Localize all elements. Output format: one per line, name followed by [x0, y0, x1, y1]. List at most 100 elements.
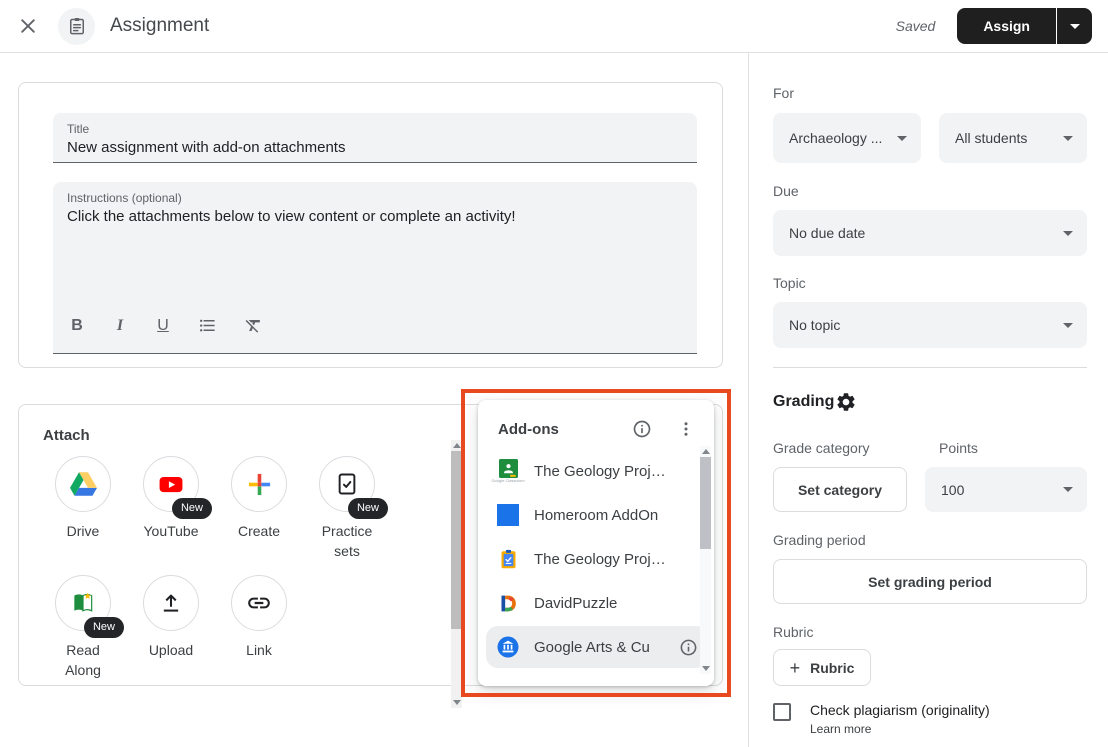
addons-list: Google Classroom The Geology Proj… Homer… [478, 445, 714, 668]
addon-info-button[interactable] [676, 635, 700, 659]
instructions-field-value: Click the attachments below to view cont… [67, 206, 683, 228]
top-bar: Assignment Saved Assign [0, 0, 1108, 53]
create-plus-icon [246, 471, 273, 498]
settings-sidebar: For Archaeology ... All students Due No … [748, 53, 1108, 747]
plagiarism-row: Check plagiarism (originality) Learn mor… [773, 701, 1087, 736]
sidebar-divider [773, 367, 1087, 368]
for-label: For [773, 85, 1087, 101]
gear-icon [835, 391, 857, 413]
clipboard-check-icon [498, 549, 519, 570]
title-field-label: Title [67, 121, 683, 137]
kebab-menu-icon [677, 420, 695, 438]
bulleted-list-button[interactable] [198, 316, 217, 335]
scroll-down-icon[interactable] [702, 666, 710, 671]
blue-square-icon [497, 504, 519, 526]
chevron-down-icon [897, 136, 907, 141]
underline-button[interactable]: U [155, 317, 171, 335]
assignment-type-badge [58, 8, 95, 45]
addon-item-davidpuzzle[interactable]: DavidPuzzle [478, 581, 714, 625]
save-status: Saved [896, 18, 936, 34]
due-date-select[interactable]: No due date [773, 210, 1087, 256]
plagiarism-label: Check plagiarism (originality) [810, 701, 990, 719]
attach-option-link[interactable]: Link [215, 575, 303, 680]
close-icon [18, 16, 38, 36]
clear-formatting-icon [244, 316, 263, 335]
addons-heading: Add-ons [498, 421, 559, 438]
page-title: Assignment [110, 15, 209, 37]
attach-option-practice-sets[interactable]: New Practice sets [303, 456, 391, 561]
set-category-button[interactable]: Set category [773, 467, 907, 512]
upload-icon [158, 590, 184, 616]
youtube-icon [157, 470, 185, 498]
chevron-down-icon [1070, 24, 1080, 29]
chevron-down-icon [1063, 231, 1073, 236]
letter-d-icon [498, 593, 519, 614]
link-icon [246, 590, 272, 616]
new-badge: New [348, 498, 388, 519]
addon-item-geology-1[interactable]: Google Classroom The Geology Proj… [478, 449, 714, 493]
assignment-clipboard-icon [67, 16, 87, 36]
addon-icon-caption: Google Classroom [491, 478, 524, 483]
new-badge: New [84, 617, 124, 638]
chevron-down-icon [1063, 136, 1073, 141]
instructions-field[interactable]: Instructions (optional) Click the attach… [53, 182, 697, 354]
addons-popup: Add-ons [478, 400, 714, 686]
scroll-down-icon[interactable] [453, 700, 461, 705]
italic-button[interactable]: I [112, 317, 128, 335]
plagiarism-checkbox[interactable] [773, 703, 791, 721]
points-select[interactable]: 100 [925, 467, 1087, 512]
read-along-icon [70, 590, 96, 616]
assignment-form-card: Title New assignment with add-on attachm… [18, 82, 723, 368]
rubric-label: Rubric [773, 624, 1087, 640]
new-badge: New [172, 498, 212, 519]
bulleted-list-icon [198, 316, 217, 335]
practice-sets-icon [334, 471, 360, 497]
assign-dropdown-button[interactable] [1057, 8, 1092, 44]
addons-header: Add-ons [478, 400, 714, 445]
addons-info-button[interactable] [630, 417, 654, 441]
class-select[interactable]: Archaeology ... [773, 113, 921, 163]
addon-item-homeroom[interactable]: Homeroom AddOn [478, 493, 714, 537]
assignment-editor-screen: Assignment Saved Assign Title New assign… [0, 0, 1108, 747]
grading-period-label: Grading period [773, 532, 1087, 548]
set-grading-period-button[interactable]: Set grading period [773, 559, 1087, 604]
attach-option-drive[interactable]: Drive [39, 456, 127, 561]
learn-more-link[interactable]: Learn more [810, 722, 990, 736]
addon-item-google-arts[interactable]: Google Arts & Cu [486, 626, 708, 668]
scrollbar-thumb[interactable] [700, 457, 711, 549]
chevron-down-icon [1063, 323, 1073, 328]
attach-option-upload[interactable]: Upload [127, 575, 215, 680]
addon-item-geology-2[interactable]: The Geology Proj… [478, 537, 714, 581]
assign-button[interactable]: Assign [957, 8, 1056, 44]
clear-formatting-button[interactable] [244, 316, 263, 335]
close-button[interactable] [16, 14, 40, 38]
assign-split-button: Assign [957, 8, 1092, 44]
info-icon [679, 638, 698, 657]
plus-icon: + [790, 659, 801, 677]
title-field[interactable]: Title New assignment with add-on attachm… [53, 113, 697, 163]
format-toolbar: B I U [67, 316, 683, 345]
points-label: Points [939, 440, 1087, 456]
grade-category-label: Grade category [773, 440, 921, 456]
instructions-field-label: Instructions (optional) [67, 190, 683, 206]
due-label: Due [773, 183, 1087, 199]
attach-option-youtube[interactable]: New YouTube [127, 456, 215, 561]
attach-option-read-along[interactable]: New Read Along [39, 575, 127, 680]
attach-panel-scrollbar[interactable] [451, 440, 462, 708]
topic-select[interactable]: No topic [773, 302, 1087, 348]
attach-option-create[interactable]: Create [215, 456, 303, 561]
museum-icon [496, 635, 520, 659]
addons-scrollbar[interactable] [700, 446, 711, 674]
scroll-up-icon[interactable] [702, 449, 710, 454]
scrollbar-thumb[interactable] [451, 451, 462, 629]
students-select[interactable]: All students [939, 113, 1087, 163]
topic-label: Topic [773, 275, 1087, 291]
add-rubric-button[interactable]: + Rubric [773, 649, 871, 686]
grading-settings-button[interactable] [834, 390, 858, 414]
classroom-green-icon [499, 459, 518, 478]
bold-button[interactable]: B [69, 317, 85, 335]
info-icon [632, 419, 652, 439]
addons-menu-button[interactable] [674, 417, 698, 441]
title-field-value: New assignment with add-on attachments [67, 137, 683, 159]
scroll-up-icon[interactable] [453, 443, 461, 448]
